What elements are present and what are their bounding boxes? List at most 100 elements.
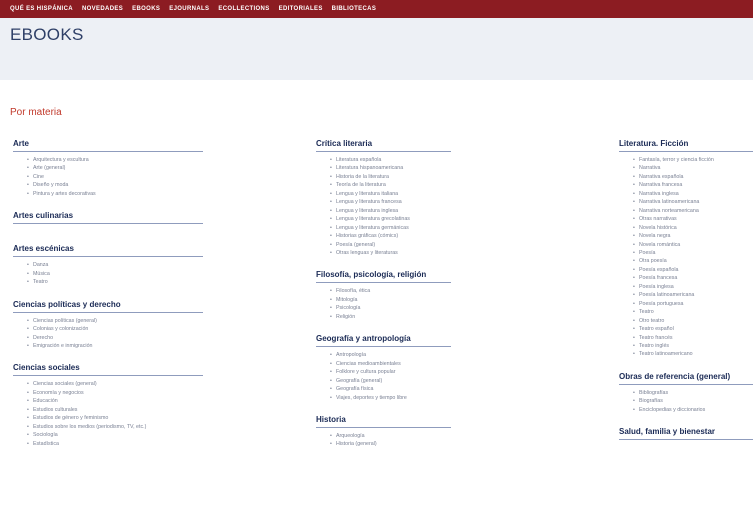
- nav-link-novedades[interactable]: NOVEDADES: [82, 4, 123, 14]
- subcategory-link[interactable]: Historia (general): [316, 440, 556, 449]
- subcategory-link[interactable]: Arquitectura y escultura: [13, 156, 213, 165]
- subcategory-link[interactable]: Arqueología: [316, 432, 556, 441]
- subcategory-link[interactable]: Folklore y cultura popular: [316, 368, 556, 377]
- subcategory-link[interactable]: Fantasía, terror y ciencia ficción: [619, 156, 753, 165]
- category-title[interactable]: Geografía y antropología: [316, 333, 556, 344]
- subcategory-link[interactable]: Novela histórica: [619, 224, 753, 233]
- subcategory-link[interactable]: Estadística: [13, 440, 213, 449]
- category-column-3: Literatura. Ficción Fantasía, terror y ci…: [619, 138, 753, 441]
- category-title[interactable]: Literatura. Ficción: [619, 138, 753, 149]
- subcategory-link[interactable]: Lengua y literatura italiana: [316, 190, 556, 199]
- subcategory-link[interactable]: Narrativa norteamericana: [619, 207, 753, 216]
- category-group: Obras de referencia (general) Bibliografí…: [619, 371, 753, 415]
- subcategory-link[interactable]: Lengua y literatura grecolatinas: [316, 215, 556, 224]
- nav-link-ejournals[interactable]: EJOURNALS: [169, 4, 209, 14]
- subcategory-link[interactable]: Mitología: [316, 296, 556, 305]
- subcategory-link[interactable]: Filosofía, ética: [316, 287, 556, 296]
- subcategory-link[interactable]: Teatro francés: [619, 334, 753, 343]
- subcategory-link[interactable]: Narrativa latinoamericana: [619, 198, 753, 207]
- subcategory-link[interactable]: Educación: [13, 397, 213, 406]
- subcategory-link[interactable]: Estudios sobre los medios (periodismo, T…: [13, 423, 213, 432]
- category-title[interactable]: Crítica literaria: [316, 138, 556, 149]
- subcategory-link[interactable]: Literatura española: [316, 156, 556, 165]
- subcategory-link[interactable]: Bibliografías: [619, 389, 753, 398]
- subcategory-link[interactable]: Narrativa española: [619, 173, 753, 182]
- subcategory-link[interactable]: Otras lenguas y literaturas: [316, 249, 556, 258]
- subcategory-link[interactable]: Economía y negocios: [13, 389, 213, 398]
- subcategory-link[interactable]: Historia de la literatura: [316, 173, 556, 182]
- subcategory-link[interactable]: Religión: [316, 313, 556, 322]
- top-nav-links: QUÉ ES HISPÁNICA NOVEDADES EBOOKS EJOURN…: [10, 4, 376, 14]
- subcategory-link[interactable]: Poesía: [619, 249, 753, 258]
- subcategory-link[interactable]: Viajes, deportes y tiempo libre: [316, 394, 556, 403]
- subcategory-link[interactable]: Poesía (general): [316, 241, 556, 250]
- category-title[interactable]: Artes culinarias: [13, 210, 213, 221]
- category-title[interactable]: Ciencias políticas y derecho: [13, 299, 213, 310]
- category-title[interactable]: Historia: [316, 414, 556, 425]
- subcategory-link[interactable]: Derecho: [13, 334, 213, 343]
- subcategory-link[interactable]: Literatura hispanoamericana: [316, 164, 556, 173]
- subcategory-link[interactable]: Diseño y moda: [13, 181, 213, 190]
- subcategory-link[interactable]: Danza: [13, 261, 213, 270]
- subcategory-link[interactable]: Poesía inglesa: [619, 283, 753, 292]
- subcategory-link[interactable]: Sociología: [13, 431, 213, 440]
- category-group: Crítica literaria Literatura españolaLite…: [316, 138, 556, 258]
- subcategory-link[interactable]: Teatro latinoamericano: [619, 350, 753, 359]
- subcategory-link[interactable]: Poesía latinoamericana: [619, 291, 753, 300]
- subcategory-link[interactable]: Teatro: [619, 308, 753, 317]
- subcategory-link[interactable]: Poesía portuguesa: [619, 300, 753, 309]
- category-title[interactable]: Artes escénicas: [13, 243, 213, 254]
- category-group: Filosofía, psicología, religión Filosofía…: [316, 269, 556, 322]
- subcategory-link[interactable]: Geografía física: [316, 385, 556, 394]
- category-title[interactable]: Ciencias sociales: [13, 362, 213, 373]
- category-divider: [13, 223, 203, 225]
- subcategory-link[interactable]: Narrativa inglesa: [619, 190, 753, 199]
- subcategory-link[interactable]: Teatro: [13, 278, 213, 287]
- subcategory-link[interactable]: Estudios culturales: [13, 406, 213, 415]
- subcategory-link[interactable]: Biografías: [619, 397, 753, 406]
- nav-link-ebooks[interactable]: EBOOKS: [132, 4, 160, 14]
- subcategory-link[interactable]: Ciencias políticas (general): [13, 317, 213, 326]
- subcategory-link[interactable]: Otra poesía: [619, 257, 753, 266]
- category-title[interactable]: Salud, familia y bienestar: [619, 426, 753, 437]
- subcategory-link[interactable]: Antropología: [316, 351, 556, 360]
- category-title[interactable]: Filosofía, psicología, religión: [316, 269, 556, 280]
- nav-link-ecollections[interactable]: ECOLLECTIONS: [218, 4, 269, 14]
- subcategory-link[interactable]: Narrativa: [619, 164, 753, 173]
- subcategory-link[interactable]: Narrativa francesa: [619, 181, 753, 190]
- subcategory-link[interactable]: Estudios de género y feminismo: [13, 414, 213, 423]
- category-title[interactable]: Obras de referencia (general): [619, 371, 753, 382]
- subcategory-link[interactable]: Teoría de la literatura: [316, 181, 556, 190]
- subcategory-link[interactable]: Emigración e inmigración: [13, 342, 213, 351]
- subcategory-link[interactable]: Historias gráficas (cómics): [316, 232, 556, 241]
- subcategory-link[interactable]: Pintura y artes decorativas: [13, 190, 213, 199]
- subcategory-link[interactable]: Cine: [13, 173, 213, 182]
- subcategory-link[interactable]: Otro teatro: [619, 317, 753, 326]
- subcategory-link[interactable]: Lengua y literatura francesa: [316, 198, 556, 207]
- subcategory-link[interactable]: Enciclopedias y diccionarios: [619, 406, 753, 415]
- nav-link-bibliotecas[interactable]: BIBLIOTECAS: [332, 4, 377, 14]
- subcategory-link[interactable]: Teatro español: [619, 325, 753, 334]
- nav-link-que-es-hispanica[interactable]: QUÉ ES HISPÁNICA: [10, 4, 73, 14]
- subcategory-link[interactable]: Novela romántica: [619, 241, 753, 250]
- subcategory-link[interactable]: Música: [13, 270, 213, 279]
- subcategory-link[interactable]: Psicología: [316, 304, 556, 313]
- subcategory-link[interactable]: Lengua y literatura germánicas: [316, 224, 556, 233]
- category-group: Artes escénicas DanzaMúsicaTeatro: [13, 243, 213, 287]
- subcategory-link[interactable]: Ciencias medioambientales: [316, 360, 556, 369]
- category-divider: [316, 426, 451, 428]
- nav-link-editoriales[interactable]: EDITORIALES: [279, 4, 323, 14]
- subcategory-link[interactable]: Novela negra: [619, 232, 753, 241]
- category-title[interactable]: Arte: [13, 138, 213, 149]
- subcategory-link[interactable]: Teatro inglés: [619, 342, 753, 351]
- subcategory-link[interactable]: Colonias y colonización: [13, 325, 213, 334]
- subcategory-link[interactable]: Geografía (general): [316, 377, 556, 386]
- subcategory-link[interactable]: Arte (general): [13, 164, 213, 173]
- page-title: EBOOKS: [10, 25, 84, 44]
- category-divider: [619, 383, 753, 385]
- subcategory-link[interactable]: Lengua y literatura inglesa: [316, 207, 556, 216]
- subcategory-link[interactable]: Poesía española: [619, 266, 753, 275]
- subcategory-link[interactable]: Otras narrativas: [619, 215, 753, 224]
- subcategory-link[interactable]: Poesía francesa: [619, 274, 753, 283]
- subcategory-link[interactable]: Ciencias sociales (general): [13, 380, 213, 389]
